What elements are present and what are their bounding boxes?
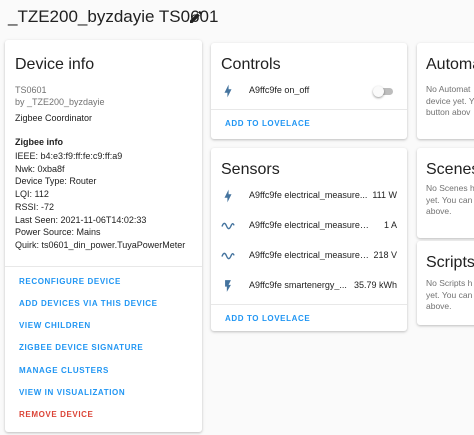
- automations-empty-text: No Automat device yet. Y button abov: [426, 84, 474, 119]
- device-info-title: Device info: [15, 56, 95, 73]
- scripts-card: Scripts No Scripts h yet. You can above.: [417, 241, 474, 325]
- automations-card: Automat No Automat device yet. Y button …: [417, 43, 474, 139]
- zigbee-power-source: Power Source: Mains: [15, 227, 101, 238]
- via-coordinator: Zigbee Coordinator: [15, 113, 93, 123]
- sensor-value: 111 W: [372, 190, 397, 200]
- empty-text-line: No Automat: [426, 84, 471, 94]
- sensor-row[interactable]: A9ffc9fe electrical_measureme... 1 A: [211, 214, 407, 238]
- sine-wave-icon: [221, 222, 235, 230]
- zigbee-lqi: LQI: 112: [15, 189, 49, 200]
- page-title: _TZE200_byzdayie TS0601: [8, 7, 219, 26]
- sensor-row[interactable]: A9ffc9fe smartenergy_... 35.79 kWh: [211, 274, 407, 298]
- remove-device-button[interactable]: REMOVE DEVICE: [19, 410, 93, 419]
- device-model: TS0601: [15, 85, 47, 95]
- scenes-title: Scenes: [426, 161, 474, 178]
- empty-text-line: device yet. Y: [426, 95, 474, 106]
- flash-icon: [225, 280, 231, 292]
- sensor-name: A9ffc9fe electrical_measure...: [249, 190, 368, 200]
- empty-text-line: yet. You can: [426, 289, 473, 300]
- add-to-lovelace-button[interactable]: ADD TO LOVELACE: [225, 119, 310, 128]
- toggle-thumb: [373, 86, 384, 97]
- empty-text-line: above.: [426, 206, 452, 216]
- automations-title: Automat: [426, 56, 474, 73]
- zigbee-signature-button[interactable]: ZIGBEE DEVICE SIGNATURE: [19, 343, 143, 352]
- lightning-bolt-icon: [224, 84, 232, 98]
- zigbee-ieee: IEEE: b4:e3:f9:ff:fe:c9:ff:a9: [15, 151, 123, 161]
- sensor-value: 218 V: [373, 250, 397, 260]
- zigbee-rssi: RSSI: -72: [15, 201, 55, 212]
- control-entity-name: A9ffc9fe on_off: [249, 85, 310, 95]
- scripts-empty-text: No Scripts h yet. You can above.: [426, 278, 472, 313]
- zigbee-device-type: Device Type: Router: [15, 176, 97, 187]
- sensor-row[interactable]: A9ffc9fe electrical_measure... 111 W: [211, 184, 407, 208]
- add-to-lovelace-button[interactable]: ADD TO LOVELACE: [225, 314, 310, 323]
- zigbee-info-title: Zigbee info: [15, 137, 63, 147]
- controls-card: Controls A9ffc9fe on_off ADD TO LOVELACE: [211, 43, 407, 139]
- manage-clusters-button[interactable]: MANAGE CLUSTERS: [19, 366, 109, 375]
- empty-text-line: No Scripts h: [426, 278, 473, 288]
- zigbee-info-lines: IEEE: b4:e3:f9:ff:fe:c9:ff:a9 Nwk: 0xba8…: [15, 150, 185, 252]
- control-row[interactable]: A9ffc9fe on_off: [211, 79, 407, 103]
- sensors-card: Sensors A9ffc9fe electrical_measure... 1…: [211, 148, 407, 331]
- reconfigure-device-button[interactable]: RECONFIGURE DEVICE: [19, 277, 121, 286]
- view-children-button[interactable]: VIEW CHILDREN: [19, 321, 91, 330]
- pencil-icon[interactable]: [188, 9, 204, 25]
- device-manufacturer: by _TZE200_byzdayie: [15, 97, 105, 107]
- empty-text-line: yet. You can: [426, 194, 473, 205]
- controls-title: Controls: [221, 56, 281, 73]
- sensor-value: 1 A: [383, 220, 397, 230]
- sensor-name: A9ffc9fe electrical_measureme...: [249, 250, 369, 260]
- zigbee-last-seen: Last Seen: 2021-11-06T14:02:33: [15, 214, 147, 225]
- view-visualization-button[interactable]: VIEW IN VISUALIZATION: [19, 388, 125, 397]
- add-devices-button[interactable]: ADD DEVICES VIA THIS DEVICE: [19, 299, 158, 308]
- sensor-name: A9ffc9fe electrical_measureme...: [249, 220, 369, 230]
- empty-text-line: button abov: [426, 107, 471, 117]
- scripts-title: Scripts: [426, 254, 474, 271]
- page-header: _TZE200_byzdayie TS0601: [0, 0, 474, 36]
- empty-text-line: No Scenes h: [426, 183, 474, 193]
- card-divider: [211, 109, 407, 110]
- scenes-card: Scenes No Scenes h yet. You can above.: [417, 148, 474, 238]
- zigbee-nwk: Nwk: 0xba8f: [15, 163, 65, 174]
- empty-text-line: above.: [426, 301, 452, 311]
- card-divider: [5, 266, 202, 267]
- zigbee-quirk: Quirk: ts0601_din_power.TuyaPowerMeter: [15, 239, 186, 250]
- lightning-bolt-icon: [224, 189, 232, 203]
- scenes-empty-text: No Scenes h yet. You can above.: [426, 183, 474, 218]
- sensor-row[interactable]: A9ffc9fe electrical_measureme... 218 V: [211, 244, 407, 268]
- device-info-card: Device info TS0601 by _TZE200_byzdayie Z…: [5, 40, 202, 432]
- sensor-value: 35.79 kWh: [353, 280, 397, 290]
- on-off-toggle[interactable]: [373, 86, 393, 97]
- sensor-name: A9ffc9fe smartenergy_...: [249, 280, 347, 290]
- sine-wave-icon: [221, 252, 235, 260]
- sensors-title: Sensors: [221, 161, 280, 178]
- card-divider: [211, 304, 407, 305]
- device-model-block: TS0601 by _TZE200_byzdayie: [15, 84, 105, 108]
